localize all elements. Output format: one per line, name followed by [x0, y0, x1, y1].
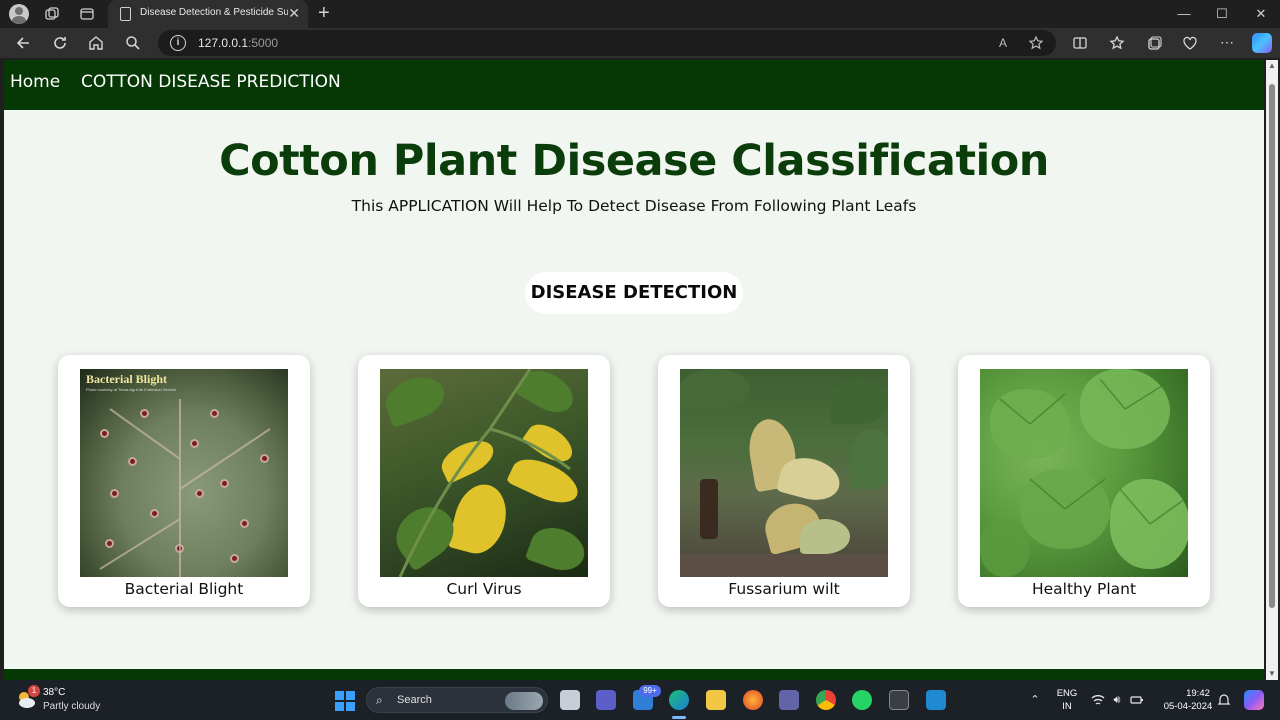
disease-card-healthy-plant[interactable]: Healthy Plant [958, 355, 1210, 607]
page-icon [120, 7, 131, 21]
browser-toolbar: i 127.0.0.1:5000 A ⋯ [0, 28, 1280, 58]
edge-icon[interactable] [669, 690, 689, 710]
nav-home-link[interactable]: Home [10, 72, 60, 92]
disease-card-curl-virus[interactable]: Curl Virus [358, 355, 610, 607]
card-label: Bacterial Blight [124, 580, 244, 598]
bacterial-blight-image: Bacterial Blight Photo courtesy of Texas… [80, 369, 288, 577]
start-button[interactable] [335, 691, 355, 711]
scroll-down-icon[interactable]: ▼ [1266, 668, 1278, 680]
mail-badge: 99+ [639, 685, 661, 697]
weather-temperature[interactable]: 38°C [43, 687, 65, 698]
profile-avatar[interactable] [9, 4, 29, 24]
split-screen-icon[interactable] [1071, 34, 1089, 52]
taskbar-search-placeholder: Search [397, 694, 432, 706]
browser-essentials-icon[interactable] [1181, 34, 1199, 52]
read-aloud-icon[interactable]: A [995, 35, 1011, 51]
teams-classic-icon[interactable] [779, 690, 799, 710]
taskbar-search[interactable]: ⌕ Search [366, 687, 548, 713]
minimize-button[interactable]: — [1175, 5, 1193, 23]
site-navbar: Home COTTON DISEASE PREDICTION [4, 60, 1264, 110]
clock-date[interactable]: 05-04-2024 [1158, 701, 1218, 712]
active-app-indicator [672, 716, 686, 719]
url-port: :5000 [248, 36, 279, 50]
disease-card-bacterial-blight[interactable]: Bacterial Blight Photo courtesy of Texas… [58, 355, 310, 607]
copilot-icon[interactable] [1252, 33, 1272, 53]
site-info-icon[interactable]: i [170, 35, 186, 51]
firefox-icon[interactable] [743, 690, 763, 710]
file-explorer-icon[interactable] [706, 690, 726, 710]
wifi-icon[interactable] [1091, 693, 1105, 707]
whatsapp-icon[interactable] [852, 690, 872, 710]
task-view-icon[interactable] [560, 690, 580, 710]
clock-time[interactable]: 19:42 [1178, 688, 1218, 699]
search-icon: ⌕ [376, 693, 383, 707]
page-title: Cotton Plant Disease Classification [219, 136, 1049, 186]
card-label: Curl Virus [446, 580, 522, 598]
tab-title: Disease Detection & Pesticide Su [140, 7, 288, 18]
curl-virus-image [380, 369, 588, 577]
scroll-thumb[interactable] [1269, 84, 1275, 608]
disease-card-fussarium-wilt[interactable]: Fussarium wilt [658, 355, 910, 607]
favorites-icon[interactable] [1108, 34, 1126, 52]
language-line1[interactable]: ENG [1054, 688, 1080, 699]
refresh-icon[interactable] [51, 34, 69, 52]
site-footer-bar [4, 669, 1264, 680]
windows-taskbar: 1 38°C Partly cloudy ⌕ Search 99+ ⌃ ENG … [0, 680, 1280, 720]
nav-prediction-link[interactable]: COTTON DISEASE PREDICTION [81, 72, 341, 92]
workspaces-icon[interactable] [44, 6, 60, 22]
collections-icon[interactable] [1145, 34, 1163, 52]
vscode-icon[interactable] [926, 690, 946, 710]
address-bar[interactable]: i 127.0.0.1:5000 A [158, 30, 1056, 56]
new-tab-button[interactable]: + [318, 3, 330, 23]
teams-icon[interactable] [596, 690, 616, 710]
show-hidden-icons-chevron-icon[interactable]: ⌃ [1028, 693, 1042, 707]
chrome-icon[interactable] [816, 690, 836, 710]
back-icon[interactable] [14, 34, 32, 52]
scroll-up-icon[interactable]: ▲ [1266, 60, 1278, 72]
notifications-bell-icon[interactable] [1217, 693, 1231, 707]
battery-icon[interactable] [1130, 693, 1144, 707]
weather-badge: 1 [28, 685, 40, 697]
close-window-button[interactable]: ✕ [1252, 5, 1270, 23]
favorite-star-icon[interactable] [1028, 35, 1044, 51]
terminal-icon[interactable] [889, 690, 909, 710]
tab-actions-icon[interactable] [79, 6, 95, 22]
browser-titlebar: Disease Detection & Pesticide Su ✕ + — ☐… [0, 0, 1280, 28]
search-icon[interactable] [124, 34, 142, 52]
search-highlight-image [505, 692, 543, 710]
page-viewport: Home COTTON DISEASE PREDICTION Cotton Pl… [4, 60, 1264, 680]
page-scrollbar[interactable]: ▲ ▼ [1266, 60, 1278, 680]
maximize-button[interactable]: ☐ [1213, 5, 1231, 23]
weather-description[interactable]: Partly cloudy [43, 701, 100, 712]
language-line2[interactable]: IN [1054, 701, 1080, 712]
card-label: Healthy Plant [1031, 580, 1137, 598]
copilot-taskbar-icon[interactable] [1244, 690, 1264, 710]
home-icon[interactable] [87, 34, 105, 52]
browser-tab-active[interactable]: Disease Detection & Pesticide Su ✕ [108, 0, 308, 28]
url-host: 127.0.0.1 [198, 36, 249, 50]
address-url: 127.0.0.1:5000 [198, 36, 278, 50]
volume-icon[interactable]: 🔊︎ [1110, 693, 1124, 707]
tab-close-icon[interactable]: ✕ [288, 5, 300, 21]
healthy-plant-image [980, 369, 1188, 577]
page-subtitle: This APPLICATION Will Help To Detect Dis… [351, 197, 917, 215]
fussarium-wilt-image [680, 369, 888, 577]
disease-detection-badge[interactable]: DISEASE DETECTION [525, 272, 743, 314]
card-label: Fussarium wilt [728, 580, 840, 598]
settings-more-icon[interactable]: ⋯ [1218, 34, 1236, 52]
